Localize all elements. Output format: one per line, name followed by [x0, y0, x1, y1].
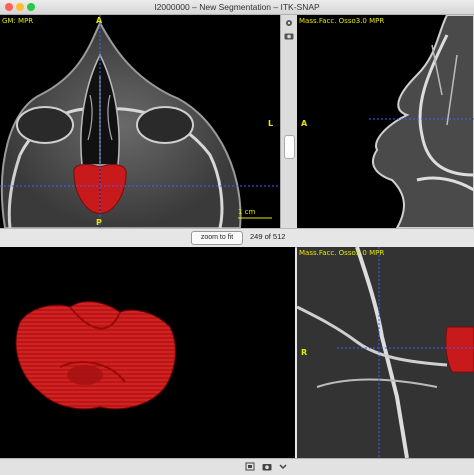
orientation-left: A — [301, 119, 308, 128]
chevron-down-icon[interactable] — [278, 462, 288, 471]
close-window-button[interactable] — [5, 3, 13, 11]
orientation-left: R — [301, 348, 308, 357]
coronal-slice-image — [297, 247, 474, 458]
minimize-window-button[interactable] — [16, 3, 24, 11]
window-title: I2000000 – New Segmentation – ITK-SNAP — [154, 2, 320, 12]
zoom-to-fit-button[interactable]: zoom to fit — [191, 231, 243, 245]
camera-icon[interactable] — [262, 462, 272, 471]
window-titlebar: I2000000 – New Segmentation – ITK-SNAP — [0, 0, 474, 15]
view-control-bar: zoom to fit 249 of 512 — [0, 228, 474, 248]
3d-segmentation-render — [15, 301, 176, 410]
window-controls — [5, 3, 35, 11]
top-left-label: GM: MPR — [2, 17, 34, 25]
slice-scrollbar-thumb[interactable] — [284, 135, 295, 159]
3d-view[interactable] — [0, 247, 295, 458]
expand-icon[interactable] — [245, 462, 255, 471]
coronal-view-label: Mass.Facc. Osso3.0 MPR — [299, 249, 385, 257]
orientation-right: L — [268, 119, 274, 128]
view-side-toolbar — [280, 15, 298, 232]
camera-icon[interactable] — [284, 32, 294, 40]
zoom-window-button[interactable] — [27, 3, 35, 11]
sagittal-slice-image — [369, 15, 474, 228]
gear-icon[interactable] — [284, 19, 294, 27]
axial-view[interactable]: A P L 1 cm GM: MPR — [0, 15, 280, 228]
sagittal-view-label: Mass.Facc. Osso3.0 MPR — [299, 17, 385, 25]
slice-readout: 249 of 512 — [250, 232, 286, 241]
sagittal-view[interactable]: Mass.Facc. Osso3.0 MPR A — [297, 15, 474, 228]
orientation-bottom: P — [96, 218, 102, 227]
orientation-top: A — [96, 16, 103, 25]
coronal-view[interactable]: Mass.Facc. Osso3.0 MPR R — [297, 247, 474, 458]
scale-label: 1 cm — [238, 208, 256, 216]
bottom-toolbar — [0, 458, 474, 475]
axial-slice-image — [0, 15, 280, 228]
